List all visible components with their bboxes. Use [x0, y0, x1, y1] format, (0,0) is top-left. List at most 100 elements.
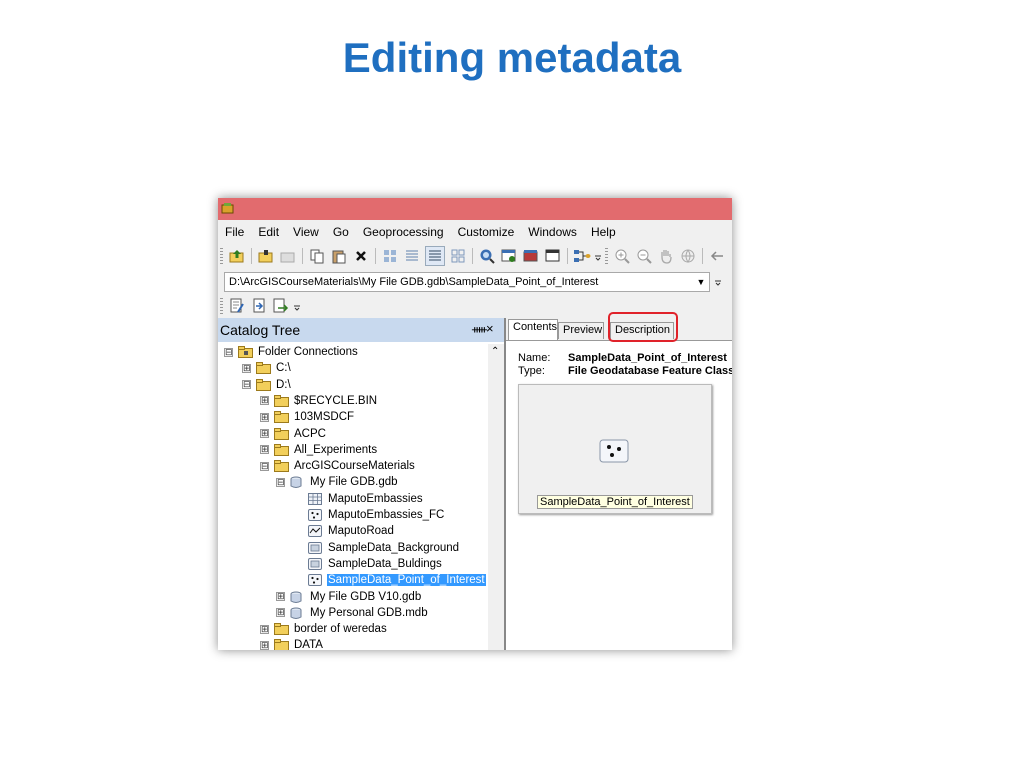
catalog-window-button[interactable] [500, 247, 518, 265]
arccatalog-app-icon [221, 203, 234, 214]
copy-button[interactable] [308, 247, 326, 265]
tree-item-label: MaputoEmbassies [328, 492, 423, 505]
tree-item[interactable]: ⊟ ArcGISCourseMaterials [260, 458, 416, 474]
tree-item[interactable]: MaputoRoad [308, 523, 395, 539]
folder-icon [274, 460, 289, 473]
expand-icon[interactable]: ⊞ [260, 429, 269, 438]
up-one-level-button[interactable] [228, 247, 246, 265]
tree-item[interactable]: ⊞ $RECYCLE.BIN [260, 393, 378, 409]
collapse-icon[interactable]: ⊟ [260, 461, 269, 471]
back-button[interactable] [708, 247, 726, 265]
close-icon[interactable]: × [486, 321, 494, 336]
location-overflow-button[interactable] [714, 276, 722, 289]
expand-icon[interactable]: ⊞ [260, 624, 269, 634]
list-button[interactable] [403, 247, 421, 265]
scroll-up-arrow-icon[interactable]: ⌃ [491, 346, 499, 357]
menu-help[interactable]: Help [584, 225, 623, 239]
expand-icon[interactable]: ⊞ [260, 412, 269, 422]
search-icon [480, 249, 495, 264]
menu-view[interactable]: View [286, 225, 326, 239]
delete-button[interactable] [352, 247, 370, 265]
tree-item[interactable]: ⊞ ACPC [260, 426, 327, 442]
tree-item[interactable]: ⊞ DATA [260, 637, 324, 650]
tree-item[interactable]: ⊞ 103MSDCF [260, 409, 355, 425]
metadata-toolbar [218, 294, 302, 318]
pin-icon[interactable]: ᚔ [472, 323, 487, 336]
location-bar[interactable]: D:\ArcGISCourseMaterials\My File GDB.gdb… [224, 272, 710, 292]
collapse-icon[interactable]: ⊟ [276, 477, 285, 487]
catalog-window-icon [501, 249, 516, 262]
export-metadata-button[interactable] [272, 297, 290, 315]
expand-icon[interactable]: ⊞ [260, 445, 269, 455]
expand-icon[interactable]: ⊞ [260, 396, 269, 406]
tree-item[interactable]: ⊟ D:\ [242, 377, 292, 393]
toolbar-grip-2[interactable] [605, 248, 608, 264]
model-builder-button[interactable] [573, 247, 591, 265]
tree-item[interactable]: MaputoEmbassies [308, 491, 424, 507]
tab-contents[interactable]: Contents [508, 319, 558, 340]
pan-hand-icon [661, 250, 672, 264]
catalog-tree-header[interactable]: Catalog Tree ᚔ × [218, 318, 504, 342]
menu-windows[interactable]: Windows [521, 225, 584, 239]
menu-geoprocessing[interactable]: Geoprocessing [356, 225, 451, 239]
tab-preview[interactable]: Preview [558, 322, 604, 339]
type-value: File Geodatabase Feature Class [568, 365, 732, 377]
tree-item[interactable]: SampleData_Buldings [308, 556, 443, 572]
tree-item-label: C:\ [276, 362, 291, 375]
toolbox-button[interactable] [522, 247, 540, 265]
expand-icon[interactable]: ⊞ [260, 640, 269, 650]
toolbar-overflow-button[interactable] [593, 247, 603, 265]
tree-item[interactable]: ⊟ My File GDB.gdb [276, 474, 399, 490]
location-dropdown-icon[interactable]: ▼ [693, 277, 709, 287]
large-icons-button[interactable] [381, 247, 399, 265]
tree-item[interactable]: SampleData_Background [308, 540, 460, 556]
expand-icon[interactable]: ⊞ [276, 608, 285, 618]
tree-item-label: My File GDB.gdb [310, 476, 398, 489]
window-titlebar[interactable] [218, 198, 732, 220]
tree-item-label: MaputoEmbassies_FC [328, 509, 445, 521]
toolbar-grip[interactable] [220, 248, 223, 264]
edit-metadata-button[interactable] [228, 297, 246, 315]
tree-item[interactable]: ⊞ C:\ [242, 360, 292, 376]
tree-item[interactable]: ⊞ border of weredas [260, 621, 388, 637]
tree-item[interactable]: ⊞ All_Experiments [260, 442, 378, 458]
full-extent-button[interactable] [679, 247, 697, 265]
raster-icon [308, 541, 323, 554]
tree-item[interactable]: ⊞ My Personal GDB.mdb [276, 605, 429, 621]
connect-folder-button[interactable] [257, 247, 275, 265]
collapse-icon[interactable]: ⊟ [242, 380, 251, 390]
import-metadata-button[interactable] [250, 297, 268, 315]
zoom-out-button[interactable] [635, 247, 653, 265]
tree-item-label: SampleData_Buldings [328, 557, 442, 570]
tree-item[interactable]: ⊟ Folder Connections [224, 344, 359, 360]
paste-button[interactable] [330, 247, 348, 265]
expand-icon[interactable]: ⊞ [276, 592, 285, 601]
menu-edit[interactable]: Edit [251, 225, 286, 239]
metadata-toolbar-grip[interactable] [220, 298, 223, 314]
search-button[interactable] [478, 247, 496, 265]
menu-go[interactable]: Go [326, 225, 356, 239]
menu-customize[interactable]: Customize [451, 225, 522, 239]
python-window-button[interactable] [544, 247, 562, 265]
tree-item-label: Folder Connections [258, 346, 358, 358]
details-button[interactable] [425, 246, 445, 266]
tree-item-label: D:\ [276, 378, 291, 391]
zoom-out-icon [637, 249, 652, 264]
disconnect-folder-button[interactable] [279, 247, 297, 265]
zoom-in-button[interactable] [613, 247, 631, 265]
expand-icon[interactable]: ⊞ [242, 363, 251, 373]
collapse-icon[interactable]: ⊟ [224, 347, 233, 357]
catalog-vertical-scrollbar[interactable]: ⌃ [488, 344, 504, 650]
pan-button[interactable] [657, 247, 675, 265]
tree-item-label: $RECYCLE.BIN [294, 394, 378, 407]
tree-item[interactable]: SampleData_Point_of_Interest [308, 572, 486, 588]
catalog-tree-title: Catalog Tree [220, 322, 301, 338]
tree-item[interactable]: MaputoEmbassies_FC [308, 507, 445, 523]
metadata-toolbar-overflow-button[interactable] [292, 297, 302, 315]
menu-file[interactable]: File [218, 225, 251, 239]
location-path[interactable]: D:\ArcGISCourseMaterials\My File GDB.gdb… [225, 276, 693, 288]
overflow-chevron-icon [595, 255, 601, 261]
tree-item[interactable]: ⊞ My File GDB V10.gdb [276, 589, 422, 605]
thumbnails-button[interactable] [449, 247, 467, 265]
item-thumbnail[interactable]: SampleData_Point_of_Interest [518, 384, 712, 514]
